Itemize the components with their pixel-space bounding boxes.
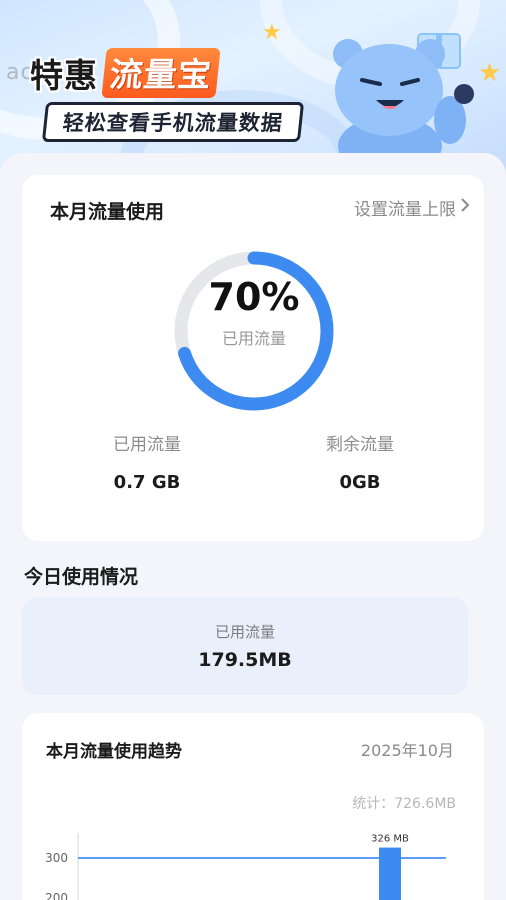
set-limit-label: 设置流量上限 [354, 200, 456, 220]
bear-mascot-icon [333, 33, 474, 168]
monthly-usage-card: 本月流量使用 设置流量上限 70% 已用流量 已用流量 0.7 GB 剩余流量 … [22, 175, 484, 541]
banner-subtitle: 轻松查看手机流量数据 [41, 102, 305, 142]
promo-banner: ac 特惠 流量宝 轻松查看手机流量数据 ★ ★ [0, 0, 506, 175]
app-screen: ac 特惠 流量宝 轻松查看手机流量数据 ★ ★ 本月流量使用 设置流量上限 7… [0, 0, 506, 900]
today-used-label: 已用流量 [214, 623, 275, 641]
trend-total: 统计：726.6MB [352, 796, 456, 812]
banner-title-part1: 特惠 [30, 56, 98, 95]
used-label: 已用流量 [113, 435, 181, 455]
usage-percent: 70% [208, 275, 300, 319]
used-value: 0.7 GB [113, 472, 181, 493]
usage-trend-card: 本月流量使用趋势 2025年10月 统计：726.6MB 300 200 326 M… [22, 713, 484, 900]
ring-label: 已用流量 [221, 329, 286, 348]
remaining-value: 0GB [339, 472, 381, 493]
star-icon: ★ [262, 20, 282, 45]
used-stat: 已用流量 0.7 GB [67, 430, 227, 493]
trend-bar-chart: 300 200 326 MB [45, 833, 446, 900]
chevron-right-icon [460, 197, 470, 218]
trend-title: 本月流量使用趋势 [46, 742, 182, 762]
banner-title: 特惠 流量宝 [30, 48, 221, 98]
remaining-label: 剩余流量 [326, 435, 394, 455]
y-tick-label: 200 [45, 891, 68, 900]
y-tick-label: 300 [45, 851, 68, 865]
today-usage-card: 已用流量 179.5MB [22, 597, 468, 695]
bar-value-label: 326 MB [371, 834, 409, 845]
today-section-title: 今日使用情况 [24, 566, 139, 588]
banner-title-part2: 流量宝 [101, 48, 221, 98]
card-title: 本月流量使用 [50, 201, 165, 223]
set-limit-link[interactable]: 设置流量上限 [354, 195, 470, 220]
trend-bar [379, 847, 401, 900]
today-used-value: 179.5MB [198, 649, 292, 671]
ring-center: 70% 已用流量 [173, 275, 335, 349]
trend-month[interactable]: 2025年10月 [361, 737, 454, 761]
banner-subtitle-text: 轻松查看手机流量数据 [61, 111, 285, 135]
remaining-stat: 剩余流量 0GB [280, 430, 440, 493]
